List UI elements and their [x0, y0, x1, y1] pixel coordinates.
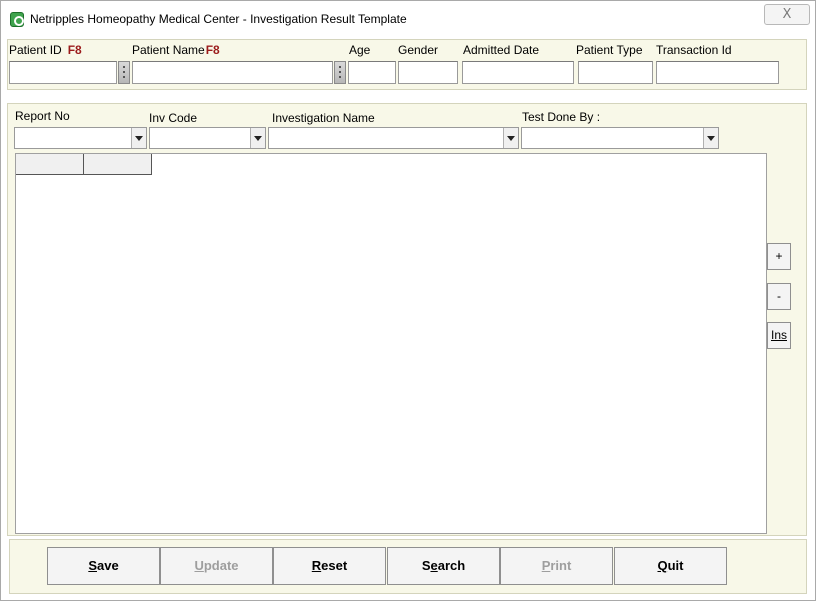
inv-code-label: Inv Code: [149, 111, 198, 125]
patient-type-label: Patient Type: [576, 43, 643, 57]
test-done-by-dropdown[interactable]: [521, 127, 719, 149]
admitted-date-input[interactable]: [462, 61, 574, 84]
chevron-down-icon[interactable]: [250, 128, 265, 148]
gender-input[interactable]: [398, 61, 458, 84]
add-row-button[interactable]: +: [767, 243, 791, 270]
grid-header-cell[interactable]: [84, 154, 152, 175]
inv-code-dropdown[interactable]: [149, 127, 266, 149]
update-access-key: U: [194, 558, 204, 573]
close-button[interactable]: X: [764, 4, 810, 25]
app-logo-icon: [10, 12, 24, 27]
patient-name-label: Patient NameF8: [132, 43, 220, 57]
patient-name-input[interactable]: [132, 61, 333, 84]
chevron-down-icon[interactable]: [503, 128, 518, 148]
age-input[interactable]: [348, 61, 396, 84]
patient-id-input[interactable]: [9, 61, 117, 84]
investigation-name-dropdown[interactable]: [268, 127, 519, 149]
reset-label: eset: [321, 558, 348, 573]
investigation-name-label: Investigation Name: [272, 111, 375, 125]
results-grid[interactable]: [15, 153, 767, 534]
remove-row-button[interactable]: -: [767, 283, 791, 310]
insert-row-button[interactable]: Ins: [767, 322, 791, 349]
save-access-key: S: [88, 558, 97, 573]
update-button[interactable]: Update: [160, 547, 273, 585]
patient-id-hotkey: F8: [67, 43, 82, 57]
admitted-date-label: Admitted Date: [463, 43, 540, 57]
application-window: Netripples Homeopathy Medical Center - I…: [0, 0, 816, 601]
transaction-id-label: Transaction Id: [656, 43, 732, 57]
chevron-down-icon[interactable]: [703, 128, 718, 148]
patient-name-hotkey: F8: [205, 43, 220, 57]
search-label: arch: [437, 558, 466, 573]
chevron-down-icon[interactable]: [131, 128, 146, 148]
search-button[interactable]: Search: [387, 547, 500, 585]
reset-access-key: R: [311, 558, 322, 573]
quit-access-key: Q: [657, 558, 668, 573]
patient-id-lookup-button[interactable]: [118, 61, 130, 84]
grid-header-row: [16, 154, 152, 175]
quit-button[interactable]: Quit: [614, 547, 727, 585]
print-button[interactable]: Print: [500, 547, 613, 585]
patient-id-label: Patient ID F8: [9, 43, 82, 57]
action-bar: Save Update Reset Search Print Quit: [9, 539, 807, 594]
window-title: Netripples Homeopathy Medical Center - I…: [30, 12, 407, 26]
quit-label: uit: [667, 558, 684, 573]
insert-row-label: Ins: [770, 328, 787, 342]
report-no-dropdown[interactable]: [14, 127, 147, 149]
save-label: ave: [96, 558, 119, 573]
patient-type-input[interactable]: [578, 61, 653, 84]
transaction-id-input[interactable]: [656, 61, 779, 84]
search-access-key: e: [430, 558, 438, 573]
save-button[interactable]: Save: [47, 547, 160, 585]
age-label: Age: [349, 43, 371, 57]
reset-button[interactable]: Reset: [273, 547, 386, 585]
title-bar: Netripples Homeopathy Medical Center - I…: [1, 1, 815, 37]
report-no-label: Report No: [15, 109, 70, 123]
print-label: rint: [550, 558, 572, 573]
gender-label: Gender: [398, 43, 439, 57]
grid-header-cell[interactable]: [16, 154, 84, 175]
patient-name-lookup-button[interactable]: [334, 61, 346, 84]
test-done-by-label: Test Done By :: [522, 110, 601, 124]
update-label: pdate: [203, 558, 239, 573]
